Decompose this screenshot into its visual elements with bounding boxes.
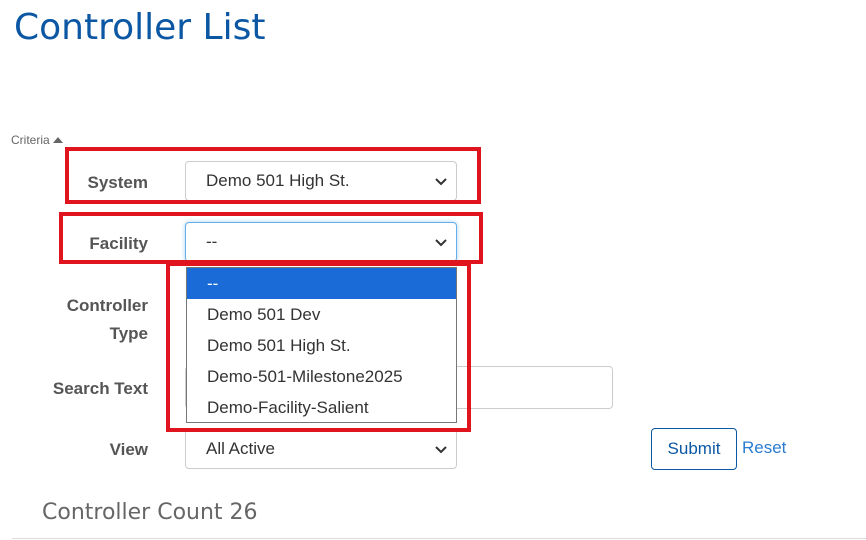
facility-option[interactable]: Demo-Facility-Salient [187,392,456,423]
submit-button[interactable]: Submit [651,428,737,470]
chevron-down-icon [435,178,447,186]
chevron-down-icon [435,446,447,454]
page-title: Controller List [14,7,266,48]
controller-type-label-line1: Controller [66,296,148,315]
system-select[interactable]: Demo 501 High St. [185,161,457,201]
facility-select[interactable]: -- [185,222,457,262]
criteria-toggle-label: Criteria [11,133,50,147]
view-label: View [109,440,148,459]
facility-option[interactable]: -- [187,268,456,299]
facility-option[interactable]: Demo 501 Dev [187,299,456,330]
search-text-label: Search Text [52,379,148,398]
criteria-toggle[interactable]: Criteria [11,133,63,147]
system-label: System [87,173,148,192]
facility-option[interactable]: Demo 501 High St. [187,330,456,361]
facility-label: Facility [89,234,148,253]
facility-select-value: -- [206,232,218,251]
system-select-value: Demo 501 High St. [206,171,350,190]
view-select-value: All Active [206,439,275,458]
divider [12,538,866,539]
reset-link[interactable]: Reset [742,437,786,459]
controller-count: Controller Count 26 [42,500,258,525]
view-select[interactable]: All Active [185,429,457,469]
facility-option[interactable]: Demo-501-Milestone2025 [187,361,456,392]
chevron-down-icon [435,239,447,247]
facility-dropdown-list[interactable]: -- Demo 501 Dev Demo 501 High St. Demo-5… [186,267,457,423]
controller-type-label-line2: Type [109,324,148,343]
caret-up-icon [52,137,63,143]
